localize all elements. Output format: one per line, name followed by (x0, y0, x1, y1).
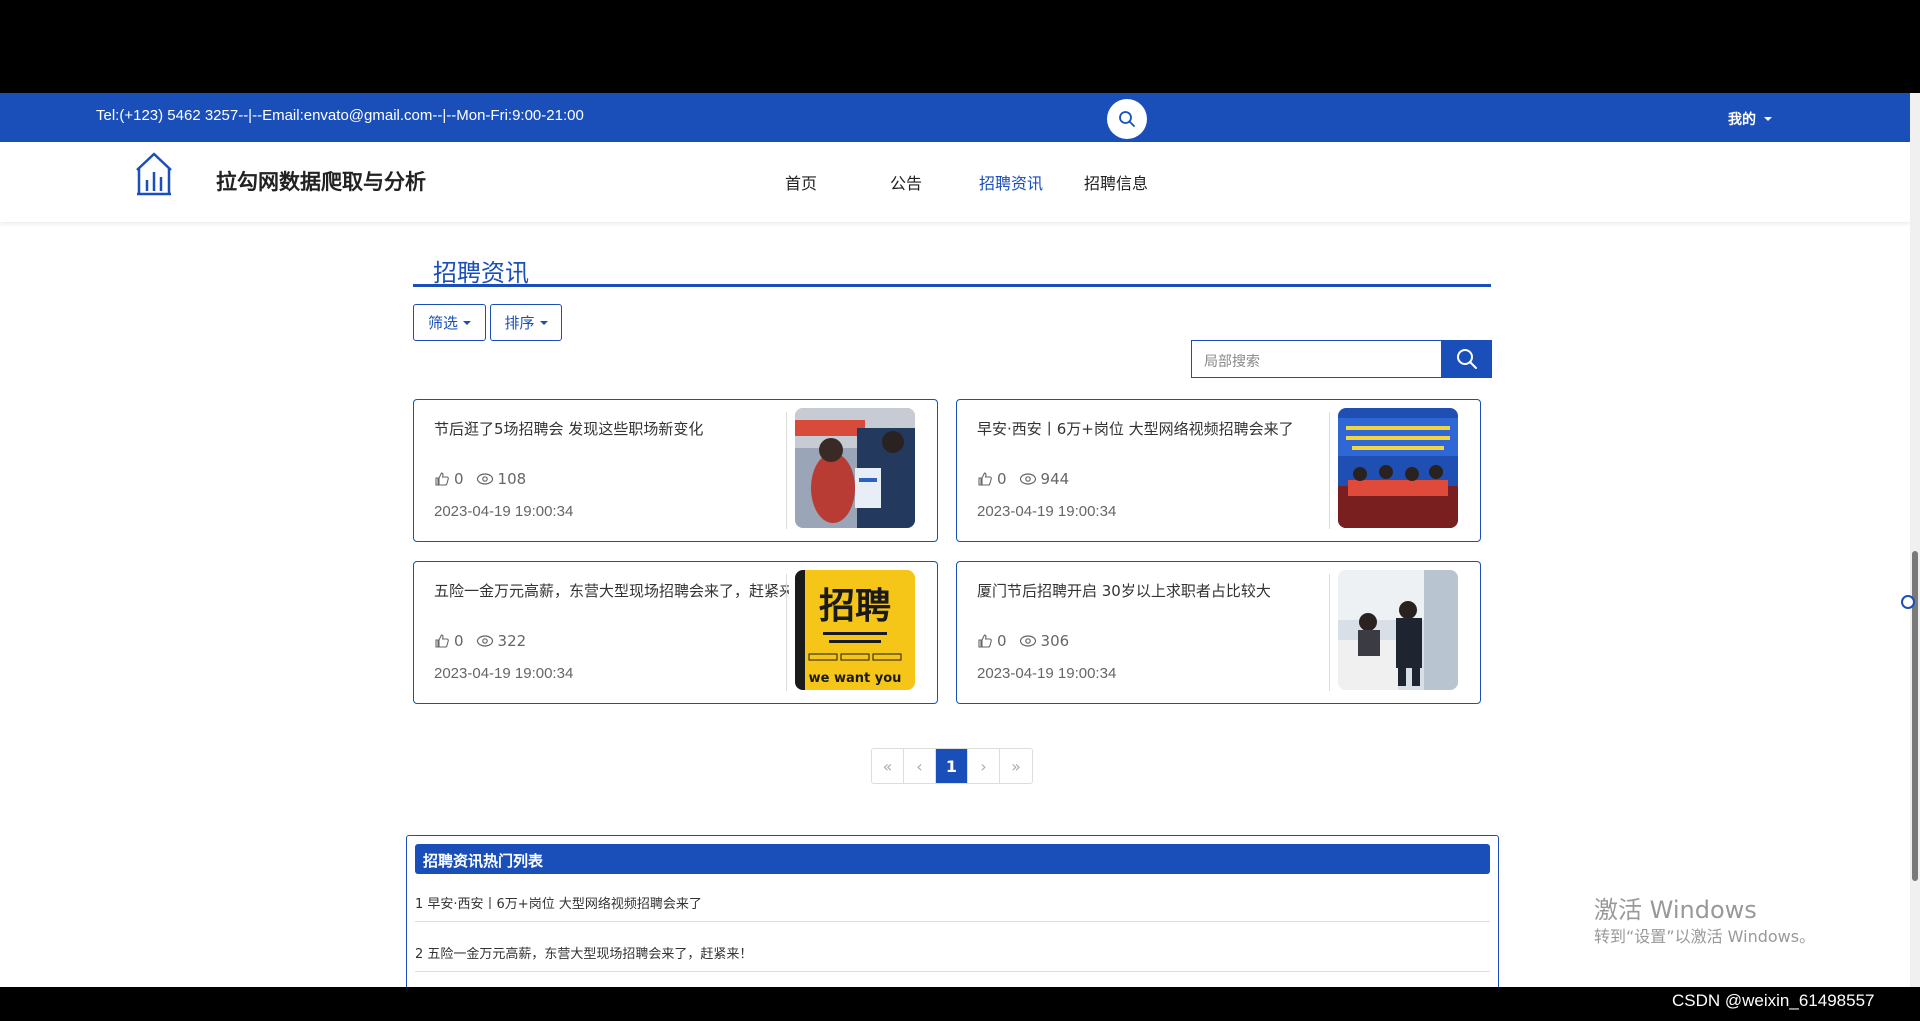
like-count-value: 0 (454, 632, 464, 650)
news-card-stats: 0 306 (977, 632, 1069, 650)
screen-bottom-black (0, 987, 1920, 1021)
news-card-image[interactable] (795, 408, 915, 528)
page-scrollbar[interactable] (1910, 93, 1920, 987)
chart-logo-icon[interactable] (134, 150, 174, 200)
like-count[interactable]: 0 (977, 632, 1007, 650)
csdn-watermark: CSDN @weixin_61498557 (1672, 991, 1875, 1010)
search-icon (1457, 349, 1477, 369)
news-card-date: 2023-04-19 19:00:34 (434, 503, 574, 520)
eye-icon (1019, 473, 1036, 485)
news-card[interactable]: 厦门节后招聘开启 30岁以上求职者占比较大 0 306 2023-04-19 1… (956, 561, 1481, 704)
scroll-handle-icon[interactable] (1901, 595, 1915, 609)
pagination-last[interactable]: » (1000, 749, 1032, 783)
global-search-button[interactable] (1107, 99, 1147, 139)
like-count-value: 0 (454, 470, 464, 488)
screen-top-black (0, 0, 1920, 93)
news-card-title[interactable]: 早安·西安丨6万+岗位 大型网络视频招聘会来了 (977, 418, 1332, 439)
news-card-title[interactable]: 厦门节后招聘开启 30岁以上求职者占比较大 (977, 580, 1332, 601)
news-card[interactable]: 早安·西安丨6万+岗位 大型网络视频招聘会来了 0 944 2023-04-19… (956, 399, 1481, 542)
news-card-stats: 0 322 (434, 632, 526, 650)
view-count-value: 944 (1040, 470, 1070, 488)
pagination-prev[interactable]: ‹ (904, 749, 936, 783)
local-search-input[interactable]: 局部搜索 (1191, 340, 1442, 378)
site-title[interactable]: 拉勾网数据爬取与分析 (216, 166, 426, 196)
card-divider (1329, 412, 1330, 529)
news-card-image[interactable] (1338, 408, 1458, 528)
local-search-button[interactable] (1442, 340, 1492, 378)
news-card[interactable]: 五险一金万元高薪，东营大型现场招聘会来了，赶紧来！ 0 322 2023-04-… (413, 561, 938, 704)
news-card[interactable]: 节后逛了5场招聘会 发现这些职场新变化 0 108 2023-04-19 19:… (413, 399, 938, 542)
view-count: 108 (476, 470, 527, 488)
nav-recruitment-news[interactable]: 招聘资讯 (979, 170, 1043, 194)
contact-info: Tel:(+123) 5462 3257--|--Email:envato@gm… (96, 107, 584, 124)
page: Tel:(+123) 5462 3257--|--Email:envato@gm… (0, 93, 1910, 987)
sort-dropdown-button[interactable]: 排序 (490, 304, 562, 341)
pagination: « ‹ 1 › » (871, 748, 1033, 784)
nav-home[interactable]: 首页 (785, 170, 817, 194)
eye-icon (1019, 635, 1036, 647)
top-info-bar: Tel:(+123) 5462 3257--|--Email:envato@gm… (0, 93, 1910, 142)
view-count: 322 (476, 632, 527, 650)
news-card-date: 2023-04-19 19:00:34 (977, 665, 1117, 682)
news-card-stats: 0 108 (434, 470, 526, 488)
user-menu-label: 我的 (1728, 112, 1756, 128)
eye-icon (476, 635, 493, 647)
image-headline: 招聘 (819, 586, 891, 627)
news-card-title[interactable]: 节后逛了5场招聘会 发现这些职场新变化 (434, 418, 789, 439)
user-menu-dropdown[interactable]: 我的 (1728, 109, 1772, 129)
hot-list-item[interactable]: 2 五险一金万元高薪，东营大型现场招聘会来了，赶紧来！ (415, 932, 1490, 972)
like-count[interactable]: 0 (977, 470, 1007, 488)
view-count-value: 108 (497, 470, 527, 488)
view-count-value: 322 (497, 632, 527, 650)
section-title: 招聘资讯 (433, 259, 529, 287)
main-navbar: 拉勾网数据爬取与分析 首页 公告 招聘资讯 招聘信息 (0, 142, 1910, 222)
like-count[interactable]: 0 (434, 470, 464, 488)
thumbs-up-icon (978, 634, 992, 648)
caret-down-icon (1764, 117, 1772, 121)
pagination-next[interactable]: › (968, 749, 1000, 783)
nav-announcements[interactable]: 公告 (890, 170, 922, 194)
like-count-value: 0 (997, 632, 1007, 650)
nav-recruitment-info[interactable]: 招聘信息 (1084, 170, 1148, 194)
image-subtext: we want you (809, 671, 902, 686)
sort-label: 排序 (504, 314, 535, 332)
thumbs-up-icon (435, 472, 449, 486)
section-divider (413, 284, 1491, 287)
pagination-first[interactable]: « (872, 749, 904, 783)
card-divider (786, 574, 787, 691)
thumbs-up-icon (435, 634, 449, 648)
caret-down-icon (539, 320, 548, 325)
news-card-date: 2023-04-19 19:00:34 (977, 503, 1117, 520)
hot-list-panel: 招聘资讯热门列表 1 早安·西安丨6万+岗位 大型网络视频招聘会来了 2 五险一… (406, 835, 1499, 987)
caret-down-icon (463, 320, 471, 325)
news-card-image[interactable]: 招聘 we want you (795, 570, 915, 690)
like-count-value: 0 (997, 470, 1007, 488)
pagination-page-current[interactable]: 1 (936, 749, 968, 783)
card-divider (786, 412, 787, 529)
search-icon (1119, 111, 1135, 127)
view-count: 306 (1019, 632, 1070, 650)
view-count-value: 306 (1040, 632, 1070, 650)
card-divider (1329, 574, 1330, 691)
eye-icon (476, 473, 493, 485)
thumbs-up-icon (978, 472, 992, 486)
news-card-stats: 0 944 (977, 470, 1069, 488)
windows-activation-title: 激活 Windows (1594, 896, 1757, 924)
filter-label: 筛选 (427, 314, 458, 332)
hot-list-item[interactable]: 1 早安·西安丨6万+岗位 大型网络视频招聘会来了 (415, 882, 1490, 922)
filter-dropdown-button[interactable]: 筛选 (413, 304, 486, 341)
view-count: 944 (1019, 470, 1070, 488)
like-count[interactable]: 0 (434, 632, 464, 650)
hot-list-title: 招聘资讯热门列表 (415, 844, 1490, 874)
windows-activation-subtitle: 转到“设置”以激活 Windows。 (1594, 927, 1816, 946)
news-card-date: 2023-04-19 19:00:34 (434, 665, 574, 682)
news-card-image[interactable] (1338, 570, 1458, 690)
news-card-title[interactable]: 五险一金万元高薪，东营大型现场招聘会来了，赶紧来！ (434, 580, 789, 601)
